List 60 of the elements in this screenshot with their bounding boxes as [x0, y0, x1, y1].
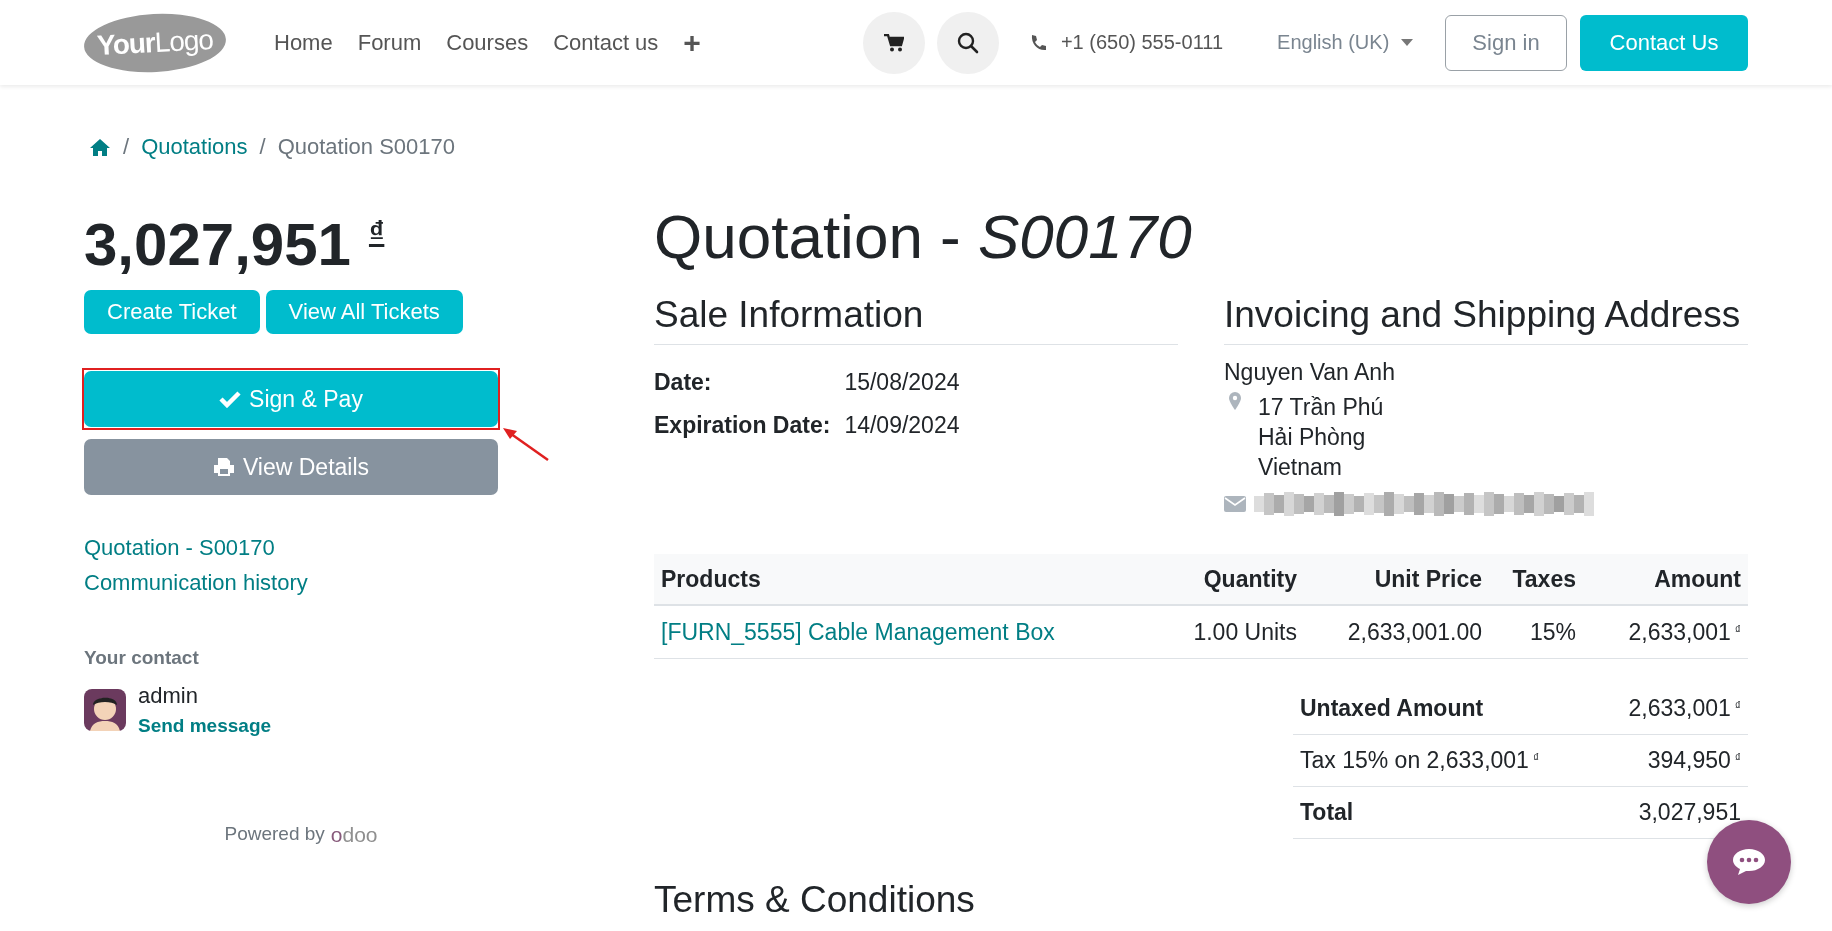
section-heading: Sale Information	[654, 294, 1178, 345]
column-header: Taxes	[1511, 565, 1576, 593]
caret-icon	[1401, 39, 1414, 46]
column-header: Products	[661, 565, 762, 593]
total-label: Untaxed Amount	[1300, 695, 1484, 722]
breadcrumb-link[interactable]: Quotations	[141, 134, 248, 160]
avatar	[84, 689, 126, 731]
sidebar-link[interactable]: Communication history	[84, 570, 498, 595]
customer-name: Nguyen Van Anh	[1224, 359, 1396, 386]
envelope-icon	[1224, 496, 1246, 512]
send-message-link[interactable]: Send message	[138, 715, 272, 737]
phone-number: +1 (650) 555-0111	[1060, 31, 1224, 54]
nav-link[interactable]: Courses	[446, 29, 529, 56]
column-header: Quantity	[1202, 565, 1297, 593]
address-line: Vietnam	[1258, 453, 1343, 482]
nav-link[interactable]: Forum	[357, 29, 422, 56]
powered-by-text: Powered by	[224, 823, 325, 846]
column-header: Amount	[1653, 565, 1741, 593]
chat-icon	[1732, 848, 1766, 876]
search-icon	[956, 31, 979, 54]
table-cell-text: 1.00 Units	[1192, 618, 1297, 646]
section-heading: Terms & Conditions	[654, 879, 976, 921]
field-label: Expiration Date:	[654, 412, 831, 439]
address-line: Hải Phòng	[1258, 423, 1367, 452]
nav-link[interactable]: Contact us	[553, 29, 659, 56]
field-label: Date:	[654, 369, 713, 396]
breadcrumb-separator: /	[123, 134, 130, 160]
table-cell-text: 2,633,001.00	[1346, 618, 1482, 646]
field-value: 15/08/2024	[844, 369, 961, 396]
field-value: 14/09/2024	[844, 412, 961, 439]
printer-icon	[212, 457, 235, 477]
contact-name: admin	[138, 683, 199, 709]
cart-icon	[883, 33, 904, 52]
sign-in-button[interactable]: Sign in	[1445, 14, 1567, 71]
total-label: Tax 15% on 2,633,001 $^{₫}$	[1300, 747, 1540, 774]
breadcrumb-separator: /	[259, 134, 266, 160]
column-header: Unit Price	[1373, 565, 1482, 593]
brand-logo[interactable]: odoo	[330, 823, 378, 847]
language-dropdown[interactable]: English (UK)	[1271, 30, 1420, 55]
address-line: 17 Trần Phú	[1258, 393, 1384, 422]
total-value: 394,950 $^{₫}$	[1647, 747, 1741, 774]
check-icon	[219, 390, 242, 408]
total-amount: 3,027,951	[84, 210, 351, 280]
total-label: Total	[1300, 799, 1354, 826]
currency-symbol: ₫	[368, 214, 385, 250]
current-page-label: Quotation S00170	[277, 134, 456, 160]
nav-more-button[interactable]: +	[683, 25, 701, 60]
contact-label: Your contact	[84, 647, 200, 669]
total-value: 3,027,951	[1638, 799, 1741, 826]
table-cell-text: 2,633,001 $^{₫}$	[1627, 618, 1741, 646]
table-cell-text: 15%	[1528, 618, 1576, 646]
home-icon[interactable]	[89, 137, 111, 157]
section-heading: Invoicing and Shipping Address	[1224, 294, 1748, 345]
map-pin-icon	[1229, 392, 1241, 410]
document-title: Quotation - S00170	[654, 202, 1193, 272]
nav-link[interactable]: Home	[274, 29, 333, 56]
sidebar-link[interactable]: Quotation - S00170	[84, 535, 498, 560]
view-details-button[interactable]: View Details	[84, 439, 498, 495]
product-link[interactable]: [FURN_5555] Cable Management Box	[661, 618, 1157, 646]
total-value: 2,633,001 $^{₫}$	[1628, 695, 1741, 722]
